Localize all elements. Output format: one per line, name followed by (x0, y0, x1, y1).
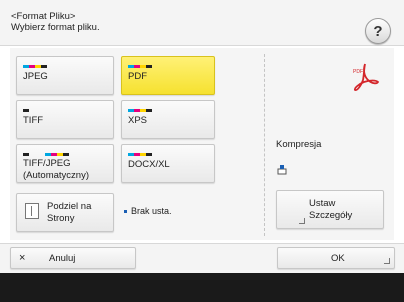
format-tiff-label: TIFF (23, 115, 44, 126)
color-indicator-icon (128, 65, 152, 68)
format-xps-button[interactable]: XPS (121, 100, 215, 139)
pdf-icon: PDF (353, 63, 380, 91)
svg-text:PDF: PDF (353, 69, 363, 75)
compression-label: Kompresja (276, 139, 322, 150)
mono-indicator-icon (23, 153, 29, 156)
ok-button[interactable]: OK (277, 247, 395, 269)
split-pages-icon (25, 203, 39, 219)
color-indicator-icon (128, 109, 152, 112)
mono-indicator-icon (23, 109, 29, 112)
format-jpeg-label: JPEG (23, 71, 48, 82)
format-pdf-label: PDF (128, 71, 147, 82)
ok-label: OK (331, 253, 345, 264)
format-tiff-jpeg-label-line2: (Automatyczny) (23, 170, 89, 181)
header-bar: <Format Pliku> Wybierz format pliku. ? (0, 0, 404, 46)
set-details-label-line1: Ustaw (309, 198, 336, 209)
format-pdf-button[interactable]: PDF (121, 56, 215, 95)
chevron-icon (299, 218, 305, 224)
panel-divider (264, 54, 265, 236)
split-pages-label-line1: Podziel na (47, 201, 92, 212)
format-jpeg-button[interactable]: JPEG (16, 56, 114, 95)
format-docx-label: DOCX/XL (128, 159, 170, 170)
color-indicator-icon (128, 153, 152, 156)
status-area (0, 273, 404, 302)
screen-instruction: Wybierz format pliku. (11, 22, 100, 33)
color-indicator-icon (45, 153, 69, 156)
screen-title: <Format Pliku> (11, 11, 76, 22)
format-tiff-jpeg-button[interactable]: TIFF/JPEG (Automatyczny) (16, 144, 114, 183)
help-button[interactable]: ? (365, 18, 391, 44)
split-pages-button[interactable]: Podziel na Strony (16, 193, 114, 232)
format-xps-label: XPS (128, 115, 148, 126)
format-tiff-button[interactable]: TIFF (16, 100, 114, 139)
set-details-button[interactable]: Ustaw Szczegóły (276, 190, 384, 229)
split-status: Brak usta. (124, 206, 172, 216)
cancel-button[interactable]: × Anuluj (10, 247, 136, 269)
set-details-label-line2: Szczegóły (309, 210, 353, 221)
cancel-label: Anuluj (49, 253, 76, 264)
color-indicator-icon (23, 65, 47, 68)
format-tiff-jpeg-label-line1: TIFF/JPEG (23, 158, 71, 169)
close-icon: × (19, 252, 26, 264)
compression-icon (277, 165, 287, 175)
bullet-icon (124, 210, 127, 214)
format-docx-button[interactable]: DOCX/XL (121, 144, 215, 183)
split-status-text: Brak usta. (131, 206, 172, 216)
split-pages-label-line2: Strony (47, 213, 75, 224)
return-icon (384, 258, 390, 264)
